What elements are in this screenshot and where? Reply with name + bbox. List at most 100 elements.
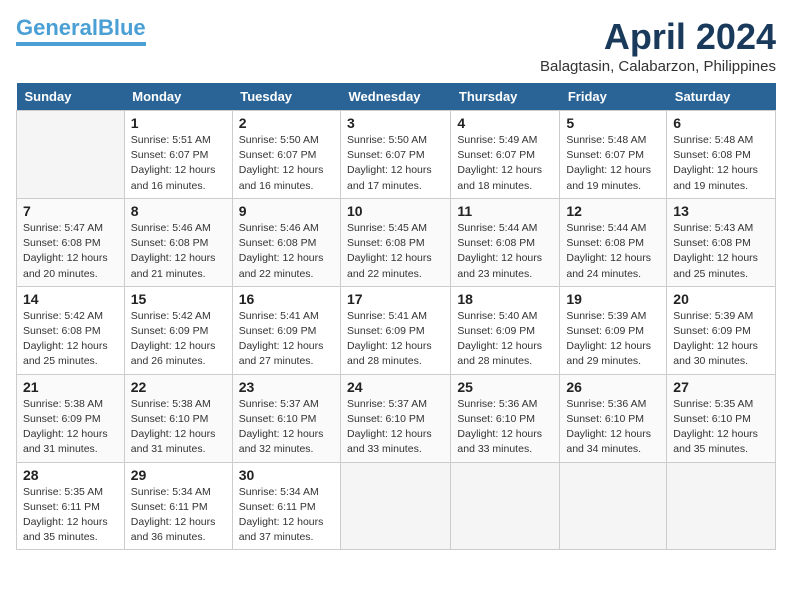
calendar-cell: 23Sunrise: 5:37 AM Sunset: 6:10 PM Dayli… [232, 374, 340, 462]
day-number: 20 [673, 291, 769, 307]
calendar-cell: 29Sunrise: 5:34 AM Sunset: 6:11 PM Dayli… [124, 462, 232, 550]
weekday-header-thursday: Thursday [451, 83, 560, 111]
weekday-header-friday: Friday [560, 83, 667, 111]
day-info: Sunrise: 5:49 AM Sunset: 6:07 PM Dayligh… [457, 133, 553, 194]
day-number: 29 [131, 467, 226, 483]
weekday-header-tuesday: Tuesday [232, 83, 340, 111]
calendar-cell: 15 Sunrise: 5:42 AM Sunset: 6:09 PM Dayli… [124, 286, 232, 374]
logo-bar [16, 42, 146, 46]
day-info: Sunrise: 5:37 AM Sunset: 6:10 PM Dayligh… [347, 397, 444, 458]
calendar-cell [341, 462, 451, 550]
calendar-cell: 13Sunrise: 5:43 AM Sunset: 6:08 PM Dayli… [667, 198, 776, 286]
day-info: Sunrise: 5:38 AM Sunset: 6:09 PM Dayligh… [23, 397, 118, 458]
week-row-4: 21 Sunrise: 5:38 AM Sunset: 6:09 PM Dayli… [17, 374, 776, 462]
logo-text: GeneralBlue [16, 16, 146, 40]
week-row-3: 14 Sunrise: 5:42 AM Sunset: 6:08 PM Dayli… [17, 286, 776, 374]
calendar-cell: 3 Sunrise: 5:50 AM Sunset: 6:07 PM Daylig… [341, 111, 451, 199]
day-number: 7 [23, 203, 118, 219]
calendar-cell: 6 Sunrise: 5:48 AM Sunset: 6:08 PM Daylig… [667, 111, 776, 199]
day-info: Sunrise: 5:46 AM Sunset: 6:08 PM Dayligh… [131, 221, 226, 282]
calendar-cell: 19 Sunrise: 5:39 AM Sunset: 6:09 PM Dayli… [560, 286, 667, 374]
calendar-cell: 12 Sunrise: 5:44 AM Sunset: 6:08 PM Dayli… [560, 198, 667, 286]
day-info: Sunrise: 5:42 AM Sunset: 6:08 PM Dayligh… [23, 309, 118, 370]
calendar-cell [451, 462, 560, 550]
day-info: Sunrise: 5:38 AM Sunset: 6:10 PM Dayligh… [131, 397, 226, 458]
calendar-cell: 1Sunrise: 5:51 AM Sunset: 6:07 PM Daylig… [124, 111, 232, 199]
calendar-cell: 7 Sunrise: 5:47 AM Sunset: 6:08 PM Daylig… [17, 198, 125, 286]
calendar-header: SundayMondayTuesdayWednesdayThursdayFrid… [17, 83, 776, 111]
calendar-cell: 18 Sunrise: 5:40 AM Sunset: 6:09 PM Dayli… [451, 286, 560, 374]
day-number: 30 [239, 467, 334, 483]
day-number: 28 [23, 467, 118, 483]
calendar-cell: 26 Sunrise: 5:36 AM Sunset: 6:10 PM Dayli… [560, 374, 667, 462]
location: Balagtasin, Calabarzon, Philippines [540, 58, 776, 75]
week-row-2: 7 Sunrise: 5:47 AM Sunset: 6:08 PM Daylig… [17, 198, 776, 286]
calendar-cell [560, 462, 667, 550]
day-number: 1 [131, 115, 226, 131]
day-info: Sunrise: 5:39 AM Sunset: 6:09 PM Dayligh… [566, 309, 660, 370]
calendar-cell [667, 462, 776, 550]
weekday-header-monday: Monday [124, 83, 232, 111]
day-info: Sunrise: 5:47 AM Sunset: 6:08 PM Dayligh… [23, 221, 118, 282]
day-info: Sunrise: 5:34 AM Sunset: 6:11 PM Dayligh… [239, 485, 334, 546]
calendar-cell [17, 111, 125, 199]
weekday-header-saturday: Saturday [667, 83, 776, 111]
day-info: Sunrise: 5:36 AM Sunset: 6:10 PM Dayligh… [566, 397, 660, 458]
day-info: Sunrise: 5:40 AM Sunset: 6:09 PM Dayligh… [457, 309, 553, 370]
calendar-cell: 16Sunrise: 5:41 AM Sunset: 6:09 PM Dayli… [232, 286, 340, 374]
calendar-cell: 27Sunrise: 5:35 AM Sunset: 6:10 PM Dayli… [667, 374, 776, 462]
day-number: 12 [566, 203, 660, 219]
calendar-cell: 14 Sunrise: 5:42 AM Sunset: 6:08 PM Dayli… [17, 286, 125, 374]
day-number: 16 [239, 291, 334, 307]
day-info: Sunrise: 5:36 AM Sunset: 6:10 PM Dayligh… [457, 397, 553, 458]
calendar-cell: 4Sunrise: 5:49 AM Sunset: 6:07 PM Daylig… [451, 111, 560, 199]
day-info: Sunrise: 5:50 AM Sunset: 6:07 PM Dayligh… [347, 133, 444, 194]
calendar-cell: 21 Sunrise: 5:38 AM Sunset: 6:09 PM Dayli… [17, 374, 125, 462]
day-number: 25 [457, 379, 553, 395]
calendar-table: SundayMondayTuesdayWednesdayThursdayFrid… [16, 83, 776, 550]
logo-blue: Blue [98, 15, 146, 40]
week-row-1: 1Sunrise: 5:51 AM Sunset: 6:07 PM Daylig… [17, 111, 776, 199]
calendar-cell: 28 Sunrise: 5:35 AM Sunset: 6:11 PM Dayli… [17, 462, 125, 550]
day-number: 2 [239, 115, 334, 131]
day-info: Sunrise: 5:35 AM Sunset: 6:11 PM Dayligh… [23, 485, 118, 546]
day-number: 14 [23, 291, 118, 307]
day-number: 18 [457, 291, 553, 307]
day-number: 10 [347, 203, 444, 219]
day-number: 22 [131, 379, 226, 395]
day-number: 9 [239, 203, 334, 219]
calendar-cell: 22 Sunrise: 5:38 AM Sunset: 6:10 PM Dayli… [124, 374, 232, 462]
day-number: 19 [566, 291, 660, 307]
month-title: April 2024 [540, 16, 776, 58]
weekday-header-sunday: Sunday [17, 83, 125, 111]
calendar-cell: 11Sunrise: 5:44 AM Sunset: 6:08 PM Dayli… [451, 198, 560, 286]
calendar-cell: 9 Sunrise: 5:46 AM Sunset: 6:08 PM Daylig… [232, 198, 340, 286]
day-number: 8 [131, 203, 226, 219]
day-info: Sunrise: 5:45 AM Sunset: 6:08 PM Dayligh… [347, 221, 444, 282]
calendar-cell: 2 Sunrise: 5:50 AM Sunset: 6:07 PM Daylig… [232, 111, 340, 199]
day-number: 15 [131, 291, 226, 307]
day-number: 3 [347, 115, 444, 131]
day-info: Sunrise: 5:48 AM Sunset: 6:08 PM Dayligh… [673, 133, 769, 194]
calendar-cell: 8 Sunrise: 5:46 AM Sunset: 6:08 PM Daylig… [124, 198, 232, 286]
day-info: Sunrise: 5:50 AM Sunset: 6:07 PM Dayligh… [239, 133, 334, 194]
day-info: Sunrise: 5:44 AM Sunset: 6:08 PM Dayligh… [566, 221, 660, 282]
day-info: Sunrise: 5:48 AM Sunset: 6:07 PM Dayligh… [566, 133, 660, 194]
day-info: Sunrise: 5:39 AM Sunset: 6:09 PM Dayligh… [673, 309, 769, 370]
day-number: 26 [566, 379, 660, 395]
week-row-5: 28 Sunrise: 5:35 AM Sunset: 6:11 PM Dayli… [17, 462, 776, 550]
day-info: Sunrise: 5:42 AM Sunset: 6:09 PM Dayligh… [131, 309, 226, 370]
calendar-cell: 5Sunrise: 5:48 AM Sunset: 6:07 PM Daylig… [560, 111, 667, 199]
logo: GeneralBlue [16, 16, 146, 46]
day-number: 6 [673, 115, 769, 131]
day-info: Sunrise: 5:46 AM Sunset: 6:08 PM Dayligh… [239, 221, 334, 282]
day-info: Sunrise: 5:44 AM Sunset: 6:08 PM Dayligh… [457, 221, 553, 282]
day-info: Sunrise: 5:37 AM Sunset: 6:10 PM Dayligh… [239, 397, 334, 458]
calendar-cell: 17Sunrise: 5:41 AM Sunset: 6:09 PM Dayli… [341, 286, 451, 374]
weekday-header-wednesday: Wednesday [341, 83, 451, 111]
day-info: Sunrise: 5:41 AM Sunset: 6:09 PM Dayligh… [347, 309, 444, 370]
calendar-body: 1Sunrise: 5:51 AM Sunset: 6:07 PM Daylig… [17, 111, 776, 550]
day-number: 21 [23, 379, 118, 395]
calendar-cell: 24Sunrise: 5:37 AM Sunset: 6:10 PM Dayli… [341, 374, 451, 462]
calendar-cell: 25 Sunrise: 5:36 AM Sunset: 6:10 PM Dayli… [451, 374, 560, 462]
